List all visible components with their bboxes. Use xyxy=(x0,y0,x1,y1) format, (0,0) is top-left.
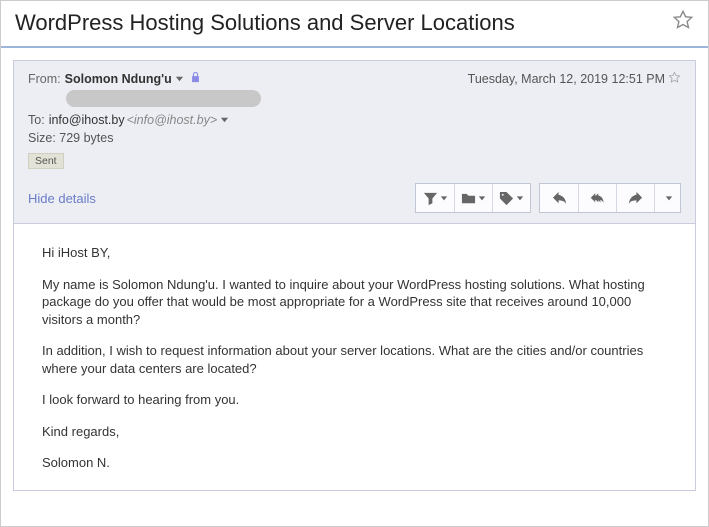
to-row: To: info@ihost.by <info@ihost.by> xyxy=(28,113,681,127)
title-bar: WordPress Hosting Solutions and Server L… xyxy=(1,1,708,48)
sent-tag: Sent xyxy=(28,153,64,169)
body-paragraph: In addition, I wish to request informati… xyxy=(42,342,673,377)
toolbar-seg-actions xyxy=(415,183,531,213)
header-footer-row: Hide details xyxy=(28,183,681,213)
size-line: Size: 729 bytes xyxy=(28,131,681,145)
body-paragraph: Kind regards, xyxy=(42,423,673,441)
body-paragraph: I look forward to hearing from you. xyxy=(42,391,673,409)
email-window: WordPress Hosting Solutions and Server L… xyxy=(0,0,709,527)
reply-button[interactable] xyxy=(540,184,578,212)
chevron-down-icon xyxy=(438,191,448,205)
date-area: Tuesday, March 12, 2019 12:51 PM xyxy=(468,71,681,87)
email-date: Tuesday, March 12, 2019 12:51 PM xyxy=(468,72,665,86)
toolbar xyxy=(415,183,681,213)
email-body: Hi iHost BY, My name is Solomon Ndung'u.… xyxy=(13,224,696,491)
email-header: From: Solomon Ndung'u Tuesday, March 12,… xyxy=(13,60,696,224)
chevron-down-icon xyxy=(476,191,486,205)
to-email-bracket: <info@ihost.by> xyxy=(127,113,218,127)
move-to-folder-button[interactable] xyxy=(454,184,492,212)
body-paragraph: Solomon N. xyxy=(42,454,673,472)
star-icon[interactable] xyxy=(672,9,694,36)
from-label: From: xyxy=(28,72,61,86)
body-paragraph: My name is Solomon Ndung'u. I wanted to … xyxy=(42,276,673,329)
email-subject: WordPress Hosting Solutions and Server L… xyxy=(15,10,515,36)
reply-all-button[interactable] xyxy=(578,184,616,212)
filter-button[interactable] xyxy=(416,184,454,212)
chevron-down-icon[interactable] xyxy=(175,72,184,86)
forward-button[interactable] xyxy=(616,184,654,212)
more-actions-button[interactable] xyxy=(654,184,680,212)
star-small-icon[interactable] xyxy=(665,71,681,87)
toolbar-seg-reply xyxy=(539,183,681,213)
hide-details-link[interactable]: Hide details xyxy=(28,191,96,206)
redacted-sender-email xyxy=(66,90,261,107)
chevron-down-icon xyxy=(514,191,524,205)
chevron-down-icon[interactable] xyxy=(220,113,229,127)
to-display[interactable]: info@ihost.by xyxy=(49,113,125,127)
chevron-down-icon xyxy=(663,191,673,205)
body-paragraph: Hi iHost BY, xyxy=(42,244,673,262)
tag-button[interactable] xyxy=(492,184,530,212)
to-label: To: xyxy=(28,113,45,127)
lock-icon xyxy=(184,71,201,86)
from-name[interactable]: Solomon Ndung'u xyxy=(65,72,172,86)
